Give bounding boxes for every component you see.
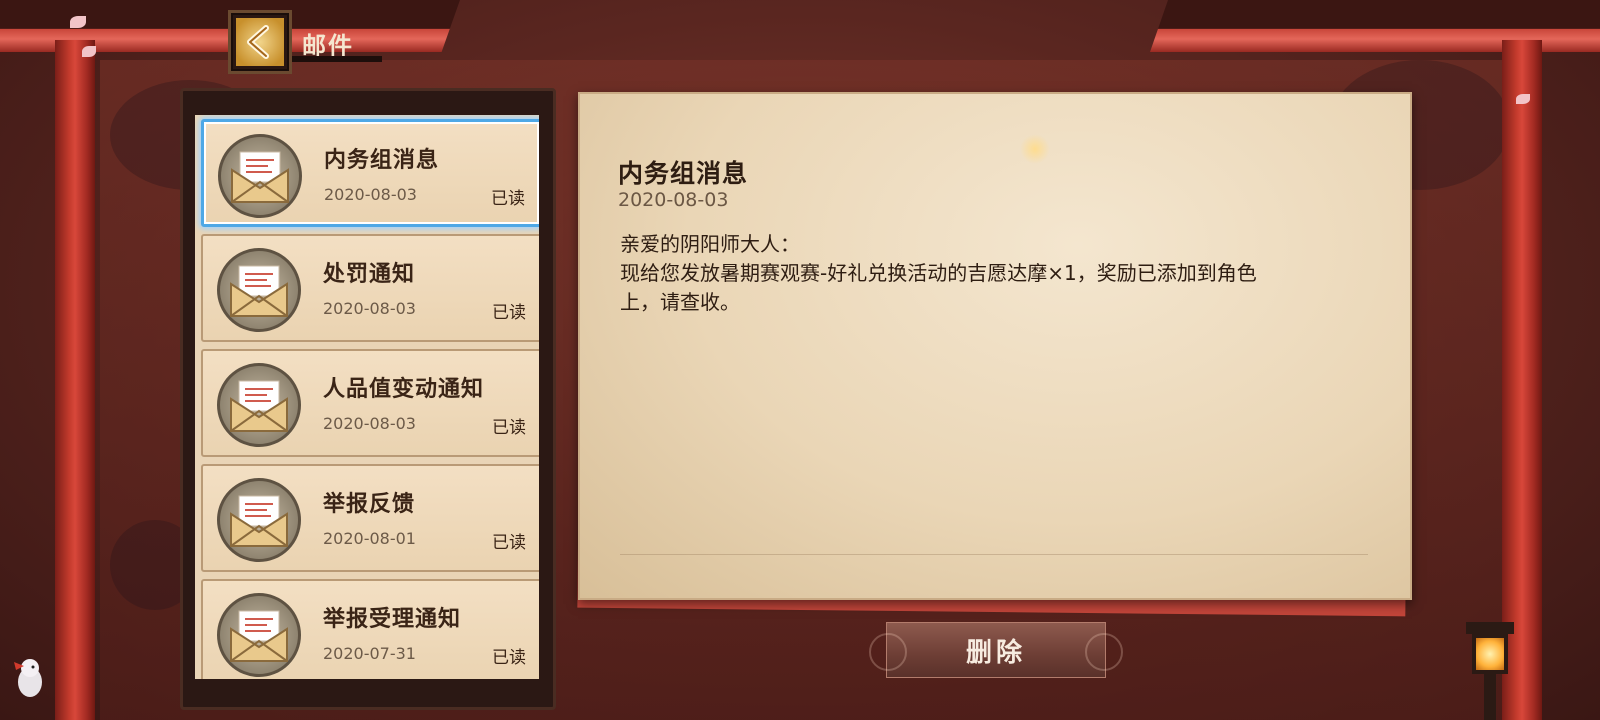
pillar-right bbox=[1502, 40, 1542, 720]
mascot-icon bbox=[14, 659, 42, 697]
mail-date: 2020-08-03 bbox=[324, 185, 417, 204]
mail-read-status: 已读 bbox=[492, 303, 526, 323]
mail-item[interactable]: 举报受理通知 2020-07-31 已读 bbox=[201, 579, 539, 679]
blossom-petal bbox=[1516, 94, 1530, 104]
mail-date: 2020-07-31 bbox=[323, 644, 416, 663]
letter-date: 2020-08-03 bbox=[618, 189, 729, 211]
envelope-icon bbox=[217, 478, 301, 562]
mail-date: 2020-08-03 bbox=[323, 414, 416, 433]
chevron-left-icon bbox=[247, 25, 269, 59]
mail-item[interactable]: 处罚通知 2020-08-03 已读 bbox=[201, 234, 539, 342]
lantern-icon bbox=[1466, 622, 1514, 720]
letter-title: 内务组消息 bbox=[618, 159, 749, 188]
mail-title: 举报受理通知 bbox=[323, 607, 462, 632]
mail-item[interactable]: 人品值变动通知 2020-08-03 已读 bbox=[201, 349, 539, 457]
letter-body-line: 现给您发放暑期赛观赛-好礼兑换活动的吉愿达摩×1，奖励已添加到角色 bbox=[620, 261, 1257, 285]
mail-read-status: 已读 bbox=[492, 648, 526, 668]
back-button[interactable] bbox=[228, 10, 292, 74]
light-glow bbox=[1020, 134, 1050, 164]
letter-body: 亲爱的阴阳师大人： 现给您发放暑期赛观赛-好礼兑换活动的吉愿达摩×1，奖励已添加… bbox=[620, 230, 1370, 317]
mail-read-status: 已读 bbox=[491, 189, 525, 209]
letter-body-line: 上，请查收。 bbox=[620, 290, 740, 314]
blossom-petal bbox=[82, 46, 96, 57]
mail-item[interactable]: 内务组消息 2020-08-03 已读 bbox=[201, 119, 539, 227]
mail-read-status: 已读 bbox=[492, 533, 526, 553]
mail-title: 人品值变动通知 bbox=[323, 377, 485, 402]
mail-list-panel: 内务组消息 2020-08-03 已读 处罚通知 2020-08-03 已读 人… bbox=[180, 88, 556, 710]
letter-divider bbox=[620, 554, 1368, 555]
mail-title: 举报反馈 bbox=[323, 492, 416, 517]
envelope-icon bbox=[217, 593, 301, 677]
mail-item[interactable]: 举报反馈 2020-08-01 已读 bbox=[201, 464, 539, 572]
mail-title: 内务组消息 bbox=[324, 148, 440, 173]
envelope-icon bbox=[217, 363, 301, 447]
delete-button[interactable]: 删除 bbox=[869, 622, 1123, 678]
envelope-icon bbox=[217, 248, 301, 332]
mail-title: 处罚通知 bbox=[323, 262, 416, 287]
mail-date: 2020-08-01 bbox=[323, 529, 416, 548]
mail-date: 2020-08-03 bbox=[323, 299, 416, 318]
back-button-face bbox=[236, 18, 284, 66]
mail-list[interactable]: 内务组消息 2020-08-03 已读 处罚通知 2020-08-03 已读 人… bbox=[195, 115, 539, 679]
letter-panel: 内务组消息 2020-08-03 亲爱的阴阳师大人： 现给您发放暑期赛观赛-好礼… bbox=[578, 92, 1412, 600]
title-underline bbox=[292, 56, 382, 62]
mail-read-status: 已读 bbox=[492, 418, 526, 438]
blossom-petal bbox=[70, 16, 86, 28]
pillar-left bbox=[55, 40, 95, 720]
envelope-icon bbox=[218, 134, 302, 218]
letter-greeting: 亲爱的阴阳师大人： bbox=[620, 232, 800, 256]
